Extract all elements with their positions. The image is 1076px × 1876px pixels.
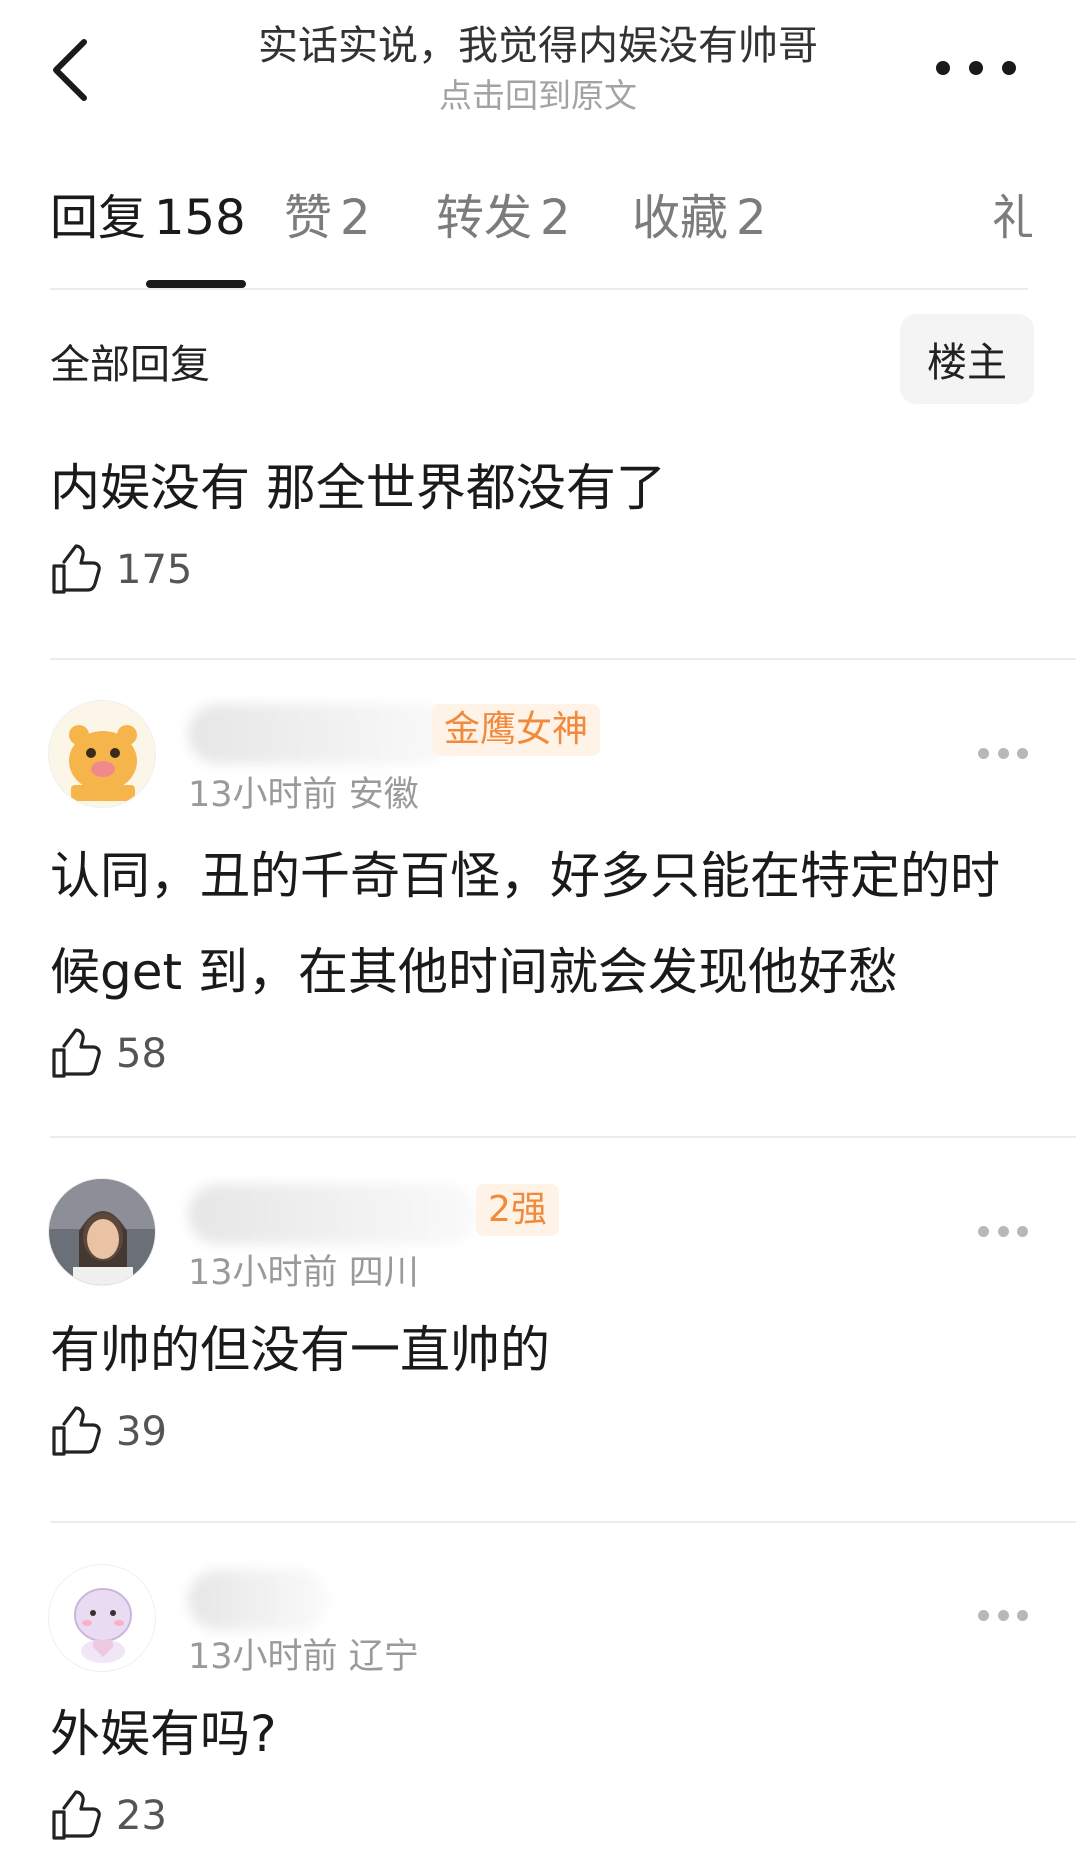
user-badge: 2强 (476, 1184, 559, 1236)
avatar[interactable] (48, 700, 156, 808)
comment-text: 外娱有吗? (50, 1705, 277, 1763)
thumbs-up-icon (52, 1028, 101, 1078)
tab-gifts[interactable]: 礼 (992, 180, 1032, 256)
username[interactable] (188, 1570, 328, 1630)
more-dot (969, 61, 983, 75)
tab-label: 赞 (284, 190, 333, 246)
more-dot (997, 1226, 1009, 1237)
avatar[interactable] (48, 1564, 156, 1672)
more-button[interactable] (936, 50, 1016, 86)
back-to-post-link[interactable]: 点击回到原文 (180, 74, 896, 118)
more-dot (1002, 61, 1016, 75)
comment-body: 外娱有吗? 23 (50, 1686, 1030, 1846)
tab-likes[interactable]: 赞2 (284, 180, 371, 256)
main-reply: 内娱没有 那全世界都没有了 175 (50, 440, 1030, 600)
pig-avatar-icon (49, 701, 155, 807)
comment-meta: 13小时前 安徽 (188, 766, 419, 817)
like-button[interactable]: 39 (50, 1402, 1030, 1462)
user-badge: 金鹰女神 (432, 704, 601, 756)
more-icon (978, 748, 989, 759)
tab-label: 收藏 (632, 190, 729, 246)
comment-text: 认同，丑的千奇百怪，好多只能在特定的时候get 到，在其他时间就会发现他好愁 (50, 847, 1000, 1001)
comment-time: 13小时前 (188, 1253, 338, 1293)
comment-more-button[interactable] (978, 1226, 1028, 1238)
comment-more-button[interactable] (978, 1610, 1028, 1622)
photo-avatar-icon (49, 1179, 155, 1285)
more-dot (1017, 1226, 1028, 1237)
tab-label: 回复 (50, 190, 147, 246)
comment-text: 有帅的但没有一直帅的 (50, 1321, 550, 1379)
comment-body: 认同，丑的千奇百怪，好多只能在特定的时候get 到，在其他时间就会发现他好愁 5… (50, 828, 1030, 1084)
back-button[interactable] (40, 30, 100, 110)
like-button[interactable]: 23 (50, 1786, 1030, 1846)
avatar[interactable] (48, 1178, 156, 1286)
comment-location: 辽宁 (348, 1637, 419, 1677)
cartoon-avatar-icon (49, 1565, 155, 1671)
comment-time: 13小时前 (188, 775, 338, 815)
tab-count: 2 (340, 190, 371, 246)
all-replies-label: 全部回复 (50, 342, 210, 388)
op-only-button[interactable]: 楼主 (900, 314, 1034, 404)
top-bar: 实话实说，我觉得内娱没有帅哥 点击回到原文 (0, 0, 1076, 150)
comment-location: 安徽 (348, 775, 419, 815)
tab-favorites[interactable]: 收藏 2 (632, 180, 767, 256)
divider (50, 1136, 1076, 1138)
username[interactable] (188, 704, 454, 764)
tab-label: 转发 (436, 190, 533, 246)
like-count: 175 (116, 547, 193, 593)
divider (50, 658, 1076, 660)
comment-body: 有帅的但没有一直帅的 39 (50, 1302, 1030, 1462)
more-dot (997, 1610, 1009, 1621)
tab-count: 2 (736, 190, 767, 246)
active-tab-indicator (146, 280, 246, 288)
more-dot (1017, 1610, 1028, 1621)
post-title: 实话实说，我觉得内娱没有帅哥 (258, 23, 818, 69)
filter-row: 全部回复 楼主 (50, 310, 1034, 406)
more-icon (936, 61, 950, 75)
divider (50, 288, 1028, 290)
tab-count: 158 (154, 190, 246, 246)
tab-reposts[interactable]: 转发 2 (436, 180, 571, 256)
tab-bar: 回复 158 赞2 转发 2 收藏 2 礼 (50, 180, 1032, 290)
comment-location: 四川 (348, 1253, 419, 1293)
like-button[interactable]: 175 (50, 540, 1030, 600)
like-count: 23 (116, 1793, 167, 1839)
comment-time: 13小时前 (188, 1637, 338, 1677)
thumbs-up-icon (52, 1790, 101, 1840)
thumbs-up-icon (52, 1406, 101, 1456)
reply-text: 内娱没有 那全世界都没有了 (50, 459, 666, 517)
username[interactable] (188, 1184, 478, 1244)
thumbs-up-icon (52, 544, 101, 594)
tab-label: 礼 (992, 190, 1032, 246)
comment-meta: 13小时前 四川 (188, 1244, 419, 1295)
post-link[interactable]: 实话实说，我觉得内娱没有帅哥 点击回到原文 (180, 20, 896, 118)
tab-replies[interactable]: 回复 158 (50, 180, 246, 256)
chevron-left-icon (53, 39, 87, 101)
comment-meta: 13小时前 辽宁 (188, 1628, 419, 1679)
like-button[interactable]: 58 (50, 1024, 1030, 1084)
comment-more-button[interactable] (978, 748, 1028, 760)
more-icon (978, 1226, 989, 1237)
more-icon (978, 1610, 989, 1621)
like-count: 58 (116, 1031, 167, 1077)
divider (50, 1521, 1076, 1523)
more-dot (997, 748, 1009, 759)
more-dot (1017, 748, 1028, 759)
tab-count: 2 (540, 190, 571, 246)
like-count: 39 (116, 1409, 167, 1455)
